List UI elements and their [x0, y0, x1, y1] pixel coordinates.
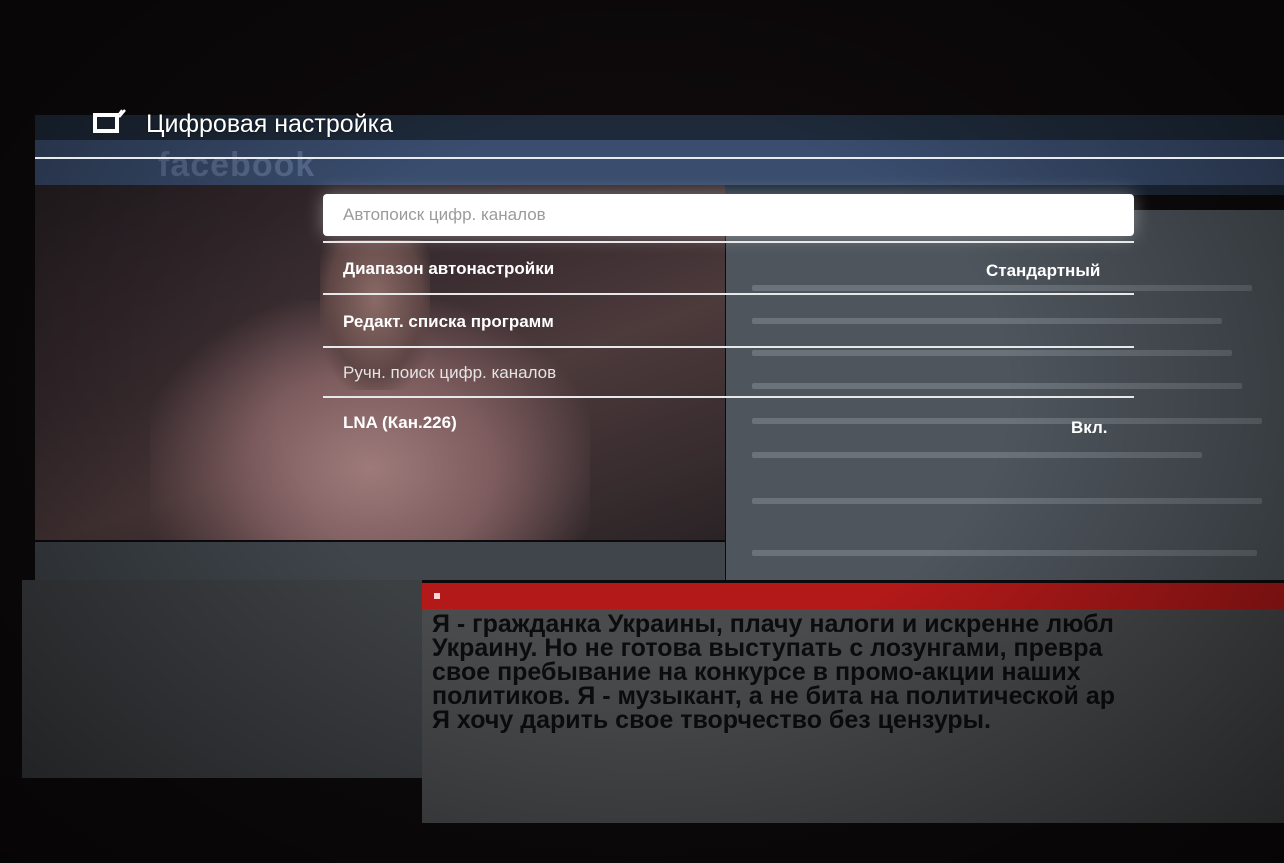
menu-divider: [323, 241, 1134, 243]
menu-item-label: Редакт. списка программ: [343, 312, 554, 331]
post-reactions-bar: [35, 542, 725, 580]
post-text-line: [752, 498, 1262, 504]
menu-item-lna[interactable]: LNA (Кан.226) Вкл.: [323, 400, 1134, 446]
menu-item-auto-search[interactable]: Автопоиск цифр. каналов: [323, 194, 1134, 236]
menu-item-label: Автопоиск цифр. каналов: [343, 205, 546, 224]
title-divider: [35, 157, 1284, 159]
menu-item-label: LNA (Кан.226): [343, 413, 457, 432]
menu-item-edit-program-list[interactable]: Редакт. списка программ: [323, 297, 1134, 343]
menu-item-label: Ручн. поиск цифр. каналов: [343, 363, 557, 382]
menu-item-value: Вкл.: [1071, 418, 1108, 437]
menu-item-label: Диапазон автонастройки: [343, 259, 555, 278]
tv-screen: facebook Я - гражданка Украины, плачу на…: [0, 0, 1284, 863]
tv-antenna-icon: [93, 108, 127, 134]
broadcast-quote-text: Я - гражданка Украины, плачу налоги и ис…: [432, 612, 1115, 734]
broadcast-lower-left: [22, 580, 422, 778]
menu-divider: [323, 293, 1134, 295]
menu-divider: [323, 396, 1134, 398]
facebook-logo: facebook: [158, 146, 316, 184]
menu-item-autotune-range[interactable]: Диапазон автонастройки Стандартный: [323, 245, 1134, 291]
page-title: Цифровая настройка: [146, 110, 394, 138]
post-text-line: [752, 550, 1257, 556]
quote-red-bar: [422, 583, 1284, 609]
menu-item-value: Стандартный: [986, 261, 1101, 280]
quote-bar-marker: [434, 593, 440, 599]
menu-item-manual-search[interactable]: Ручн. поиск цифр. каналов: [323, 350, 1134, 396]
menu-divider: [323, 346, 1134, 348]
post-text-line: [752, 452, 1202, 458]
